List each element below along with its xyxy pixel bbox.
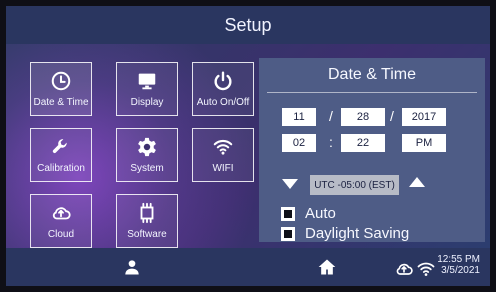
user-icon[interactable] — [122, 257, 142, 277]
home-icon[interactable] — [317, 257, 337, 277]
screen-title: Setup — [224, 14, 272, 35]
chip-icon — [136, 202, 158, 224]
chevron-down-icon[interactable] — [282, 179, 298, 189]
date-time-panel: Date & Time 11 / 28 / 2017 02 : 22 PM UT… — [259, 58, 485, 242]
month-field[interactable]: 11 — [282, 108, 316, 126]
chevron-up-icon[interactable] — [409, 177, 425, 187]
bottom-bar: 12:55 PM 3/5/2021 — [6, 248, 490, 286]
wifi-icon — [212, 136, 234, 158]
cloud-icon — [50, 202, 72, 224]
hour-field[interactable]: 02 — [282, 134, 316, 152]
timezone-select[interactable]: UTC -05:00 (EST) — [310, 175, 399, 195]
divider — [267, 92, 477, 93]
daylight-saving-checkbox-row[interactable]: Daylight Saving — [281, 226, 409, 241]
monitor-icon — [136, 70, 158, 92]
minute-field[interactable]: 22 — [341, 134, 385, 152]
date-separator: / — [329, 108, 333, 124]
tile-cloud[interactable]: Cloud — [30, 194, 92, 248]
tile-software[interactable]: Software — [116, 194, 178, 248]
daylight-saving-checkbox[interactable] — [281, 226, 295, 241]
tile-auto-on-off[interactable]: Auto On/Off — [192, 62, 254, 116]
setup-screen: Setup Date & Time Display Auto On/Off Ca… — [0, 0, 496, 292]
power-icon — [212, 70, 234, 92]
ampm-field[interactable]: PM — [402, 134, 446, 152]
tile-wifi[interactable]: WIFI — [192, 128, 254, 182]
time-separator: : — [329, 134, 333, 150]
tile-display[interactable]: Display — [116, 62, 178, 116]
tile-date-time[interactable]: Date & Time — [30, 62, 92, 116]
auto-label: Auto — [305, 205, 336, 222]
date-separator: / — [390, 108, 394, 124]
tile-label: Calibration — [37, 163, 85, 174]
content-area: Date & Time Display Auto On/Off Calibrat… — [6, 44, 490, 248]
auto-checkbox[interactable] — [281, 206, 295, 221]
wifi-icon — [416, 259, 435, 276]
cloud-sync-icon — [394, 259, 413, 275]
tile-calibration[interactable]: Calibration — [30, 128, 92, 182]
tile-system[interactable]: System — [116, 128, 178, 182]
panel-title: Date & Time — [327, 66, 417, 83]
tile-label: Cloud — [47, 229, 75, 240]
status-time: 12:55 PM — [437, 254, 480, 265]
tile-label: System — [130, 163, 164, 174]
tile-label: Date & Time — [33, 97, 89, 108]
day-field[interactable]: 28 — [341, 108, 385, 126]
tile-label: Auto On/Off — [196, 97, 250, 108]
auto-checkbox-row[interactable]: Auto — [281, 206, 336, 221]
title-bar: Setup — [6, 6, 490, 44]
status-clock: 12:55 PM 3/5/2021 — [437, 254, 480, 276]
tile-label: Software — [127, 229, 167, 240]
daylight-saving-label: Daylight Saving — [305, 225, 410, 242]
wrench-icon — [50, 136, 72, 158]
year-field[interactable]: 2017 — [402, 108, 446, 126]
tile-label: Display — [130, 97, 164, 108]
clock-icon — [50, 70, 72, 92]
tile-label: WIFI — [212, 163, 234, 174]
gear-icon — [136, 136, 158, 158]
status-date: 3/5/2021 — [441, 265, 480, 276]
